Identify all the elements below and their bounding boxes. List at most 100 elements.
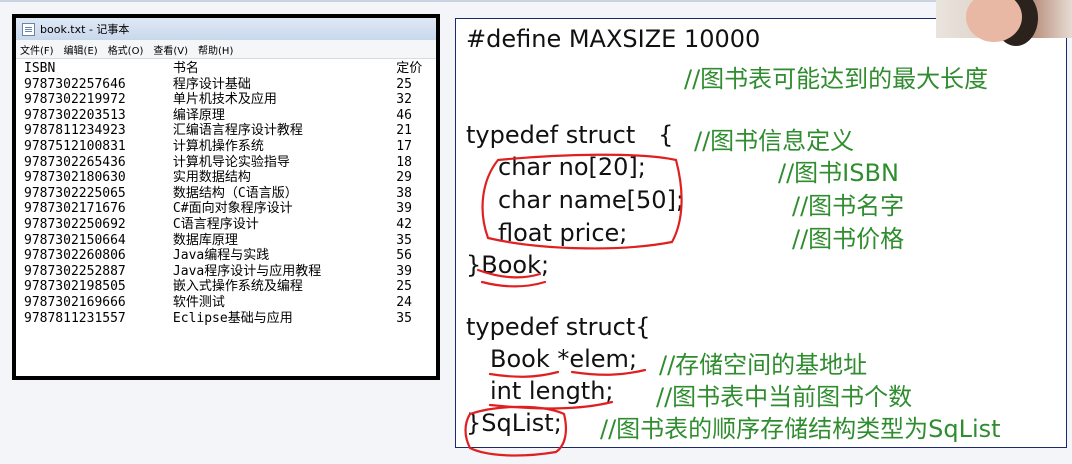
isbn-cell: 9787302250692 (24, 216, 126, 232)
notepad-header-row: ISBN 书名 定价 (24, 61, 436, 77)
title-cell: 数据结构（C语言版） (172, 185, 298, 201)
notepad-line: 9787302219972 单片机技术及应用 32 (24, 92, 436, 108)
isbn-cell: 9787302225065 (24, 185, 126, 201)
title-cell: 嵌入式操作系统及编程 (172, 279, 303, 295)
notepad-window: book.txt - 记事本 文件(F) 编辑(E) 格式(O) 查看(V) 帮… (12, 14, 440, 380)
menu-format[interactable]: 格式(O) (108, 42, 144, 57)
price-cell: 25 (396, 279, 412, 295)
notepad-text-area[interactable]: ISBN 书名 定价 9787302257646 程序设计基础 25 97873022… (16, 59, 436, 326)
isbn-cell: 9787302203513 (24, 107, 126, 123)
field-length-comment: //图书表中当前图书个数 (656, 383, 913, 411)
notepad-titlebar[interactable]: book.txt - 记事本 (16, 18, 436, 40)
price-cell: 39 (396, 201, 412, 217)
header-price: 定价 (396, 61, 423, 76)
isbn-cell: 9787811231557 (24, 310, 126, 326)
top-rule (0, 0, 1072, 2)
title-cell: 单片机技术及应用 (172, 92, 277, 108)
isbn-cell: 9787811234923 (24, 123, 126, 139)
price-cell: 32 (396, 92, 412, 108)
notepad-line: 9787811231557 Eclipse基础与应用 35 (24, 311, 436, 327)
isbn-cell: 9787302265436 (24, 154, 126, 170)
notepad-line: 9787302169666 软件测试 24 (24, 295, 436, 311)
notepad-line: 9787302203513 编译原理 46 (24, 108, 436, 124)
title-cell: 汇编语言程序设计教程 (172, 123, 303, 139)
notepad-line: 9787302257646 程序设计基础 25 (24, 77, 436, 93)
price-cell: 46 (396, 107, 412, 123)
notepad-line: 9787302171676 C#面向对象程序设计 39 (24, 201, 436, 217)
notepad-line: 9787302252887 Java程序设计与应用教程 39 (24, 264, 436, 280)
title-cell: Java程序设计与应用教程 (172, 263, 322, 279)
price-cell: 39 (396, 263, 412, 279)
field-length: int length; (490, 377, 614, 405)
sqlist-comment: //图书表的顺序存储结构类型为SqList (600, 415, 1001, 443)
title-cell: C语言程序设计 (172, 216, 259, 232)
menu-file[interactable]: 文件(F) (20, 42, 54, 57)
notepad-line: 9787302180630 实用数据结构 29 (24, 170, 436, 186)
menu-view[interactable]: 查看(V) (153, 42, 188, 57)
isbn-cell: 9787302260806 (24, 248, 126, 264)
title-cell: C#面向对象程序设计 (172, 201, 293, 217)
price-cell: 17 (396, 138, 412, 154)
field-name: char name[50]; (498, 186, 685, 214)
define-line: #define MAXSIZE 10000 (466, 25, 761, 53)
title-cell: 编译原理 (172, 107, 225, 123)
notepad-line: 9787302225065 数据结构（C语言版） 38 (24, 186, 436, 202)
book-struct-open: typedef struct { (466, 121, 674, 149)
notepad-line: 9787302150664 数据库原理 35 (24, 233, 436, 249)
field-elem-comment: //存储空间的基地址 (659, 351, 868, 379)
isbn-cell: 9787302150664 (24, 232, 126, 248)
define-comment: //图书表可能达到的最大长度 (684, 65, 989, 93)
price-cell: 35 (396, 232, 412, 248)
book-struct-close: }Book; (466, 251, 550, 279)
notepad-icon (22, 22, 35, 36)
title-cell: 计算机操作系统 (172, 138, 264, 154)
isbn-cell: 9787302169666 (24, 294, 126, 310)
notepad-line: 9787512100831 计算机操作系统 17 (24, 139, 436, 155)
price-cell: 35 (396, 310, 412, 326)
slide-code-panel: #define MAXSIZE 10000 //图书表可能达到的最大长度 typ… (455, 18, 1067, 448)
book-struct-comment: //图书信息定义 (694, 127, 855, 155)
isbn-cell: 9787302171676 (24, 201, 126, 217)
field-elem: Book *elem; (490, 345, 638, 373)
field-no: char no[20]; (498, 153, 646, 181)
title-cell: 程序设计基础 (172, 76, 251, 92)
header-title: 书名 (172, 61, 199, 76)
notepad-line: 9787302265436 计算机导论实验指导 18 (24, 155, 436, 171)
title-cell: 计算机导论实验指导 (172, 154, 290, 170)
isbn-cell: 9787512100831 (24, 138, 126, 154)
menu-edit[interactable]: 编辑(E) (64, 42, 98, 57)
webcam-overlay (936, 0, 1072, 46)
notepad-menubar: 文件(F) 编辑(E) 格式(O) 查看(V) 帮助(H) (16, 40, 436, 59)
title-cell: 软件测试 (172, 294, 225, 310)
notepad-line: 9787302198505 嵌入式操作系统及编程 25 (24, 279, 436, 295)
header-isbn: ISBN (24, 61, 56, 76)
field-price-comment: //图书价格 (792, 225, 905, 253)
field-price: float price; (498, 219, 628, 247)
price-cell: 24 (396, 294, 412, 310)
price-cell: 18 (396, 154, 412, 170)
isbn-cell: 9787302257646 (24, 76, 126, 92)
price-cell: 38 (396, 185, 412, 201)
sqlist-struct-open: typedef struct{ (466, 313, 651, 341)
notepad-line: 9787811234923 汇编语言程序设计教程 21 (24, 123, 436, 139)
title-cell: 数据库原理 (172, 232, 238, 248)
price-cell: 29 (396, 170, 412, 186)
title-cell: 实用数据结构 (172, 170, 251, 186)
price-cell: 21 (396, 123, 412, 139)
price-cell: 25 (396, 76, 412, 92)
sqlist-struct-close: }SqList; (466, 409, 562, 437)
isbn-cell: 9787302219972 (24, 92, 126, 108)
notepad-line: 9787302250692 C语言程序设计 42 (24, 217, 436, 233)
isbn-cell: 9787302252887 (24, 263, 126, 279)
title-cell: Java编程与实践 (172, 248, 270, 264)
notepad-line: 9787302260806 Java编程与实践 56 (24, 248, 436, 264)
isbn-cell: 9787302198505 (24, 279, 126, 295)
price-cell: 56 (396, 248, 412, 264)
field-no-comment: //图书ISBN (778, 159, 899, 187)
menu-help[interactable]: 帮助(H) (198, 42, 233, 57)
isbn-cell: 9787302180630 (24, 170, 126, 186)
field-name-comment: //图书名字 (792, 192, 905, 220)
title-cell: Eclipse基础与应用 (172, 310, 293, 326)
notepad-title: book.txt - 记事本 (40, 23, 130, 36)
price-cell: 42 (396, 216, 412, 232)
